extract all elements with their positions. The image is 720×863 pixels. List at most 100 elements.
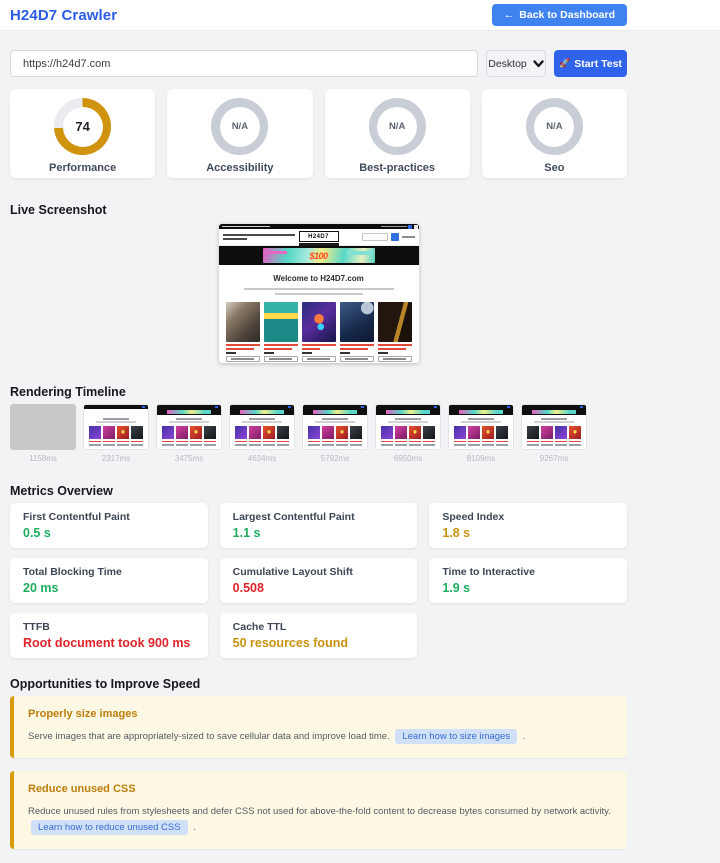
best-practices-gauge: N/A (368, 98, 426, 155)
score-card-seo: N/A Seo (481, 89, 627, 178)
metrics-grid: First Contentful Paint 0.5 s Largest Con… (10, 503, 627, 658)
score-card-best-practices: N/A Best-practices (324, 89, 470, 178)
timeline-frame-thumbnail (448, 404, 514, 450)
timeline-frame-thumbnail (229, 404, 295, 450)
timeline-frame-time: 8109ms (466, 454, 496, 463)
metric-card-cumulative-layout-shift: Cumulative Layout Shift 0.508 (219, 558, 418, 603)
start-test-button[interactable]: 🚀 Start Test (554, 50, 627, 77)
seo-gauge: N/A (525, 98, 583, 155)
timeline-frame: 1158ms (10, 404, 76, 463)
metric-card-cache-ttl: Cache TTL 50 resources found (219, 613, 418, 658)
back-to-dashboard-button[interactable]: ← Back to Dashboard (491, 4, 627, 26)
timeline-frame-thumbnail (302, 404, 368, 450)
live-screenshot-title: Live Screenshot (10, 203, 107, 217)
opportunity-suffix: . (522, 731, 526, 742)
performance-gauge: 74 (54, 98, 112, 155)
timeline-frame-thumbnail (10, 404, 76, 450)
metric-card-total-blocking-time: Total Blocking Time 20 ms (10, 558, 208, 603)
metric-value: 20 ms (23, 581, 59, 595)
timeline-frame-thumbnail (83, 404, 149, 450)
metric-label: Total Blocking Time (23, 566, 122, 578)
live-screenshot-preview: H24D7 $100 Welcome to H24D7.com (218, 224, 419, 363)
metric-card-speed-index: Speed Index 1.8 s (429, 503, 627, 548)
preview-site-heading: Welcome to H24D7.com (273, 274, 364, 283)
opportunity-description: Reduce unused rules from stylesheets and… (28, 806, 611, 818)
performance-score-value: 74 (75, 119, 90, 134)
device-select-value: Desktop (488, 57, 527, 70)
timeline-frame-time: 4634ms (247, 454, 277, 463)
timeline-frame-thumbnail (375, 404, 441, 450)
metric-label: Speed Index (442, 511, 505, 523)
timeline-frame: 9267ms (521, 404, 587, 463)
preview-search-button (390, 233, 399, 241)
metric-card-first-contentful-paint: First Contentful Paint 0.5 s (10, 503, 208, 548)
preview-nav-right (361, 233, 415, 241)
timeline-frame: 2317ms (83, 404, 149, 463)
score-card-accessibility: N/A Accessibility (167, 89, 313, 178)
metric-label: TTFB (23, 621, 50, 633)
metric-value: 0.5 s (23, 526, 51, 540)
metric-value: 50 resources found (232, 636, 348, 650)
app-header: H24D7 Crawler ← Back to Dashboard (0, 0, 720, 31)
seo-score-value: N/A (546, 121, 563, 132)
preview-product-cards (219, 302, 419, 362)
score-cards-row: 74 Performance N/A Accessibility N/A Bes… (10, 89, 627, 178)
back-arrow-icon: ← (503, 9, 515, 21)
preview-site-logo: H24D7 (298, 231, 339, 246)
timeline-frame-time: 6950ms (393, 454, 423, 463)
metrics-overview-title: Metrics Overview (10, 484, 113, 498)
preview-search-box (361, 233, 388, 241)
opportunity-properly-size-images: Properly size images Serve images that a… (10, 696, 627, 759)
metric-card-ttfb: TTFB Root document took 900 ms (10, 613, 208, 658)
metric-value: 1.8 s (442, 526, 471, 540)
back-button-label: Back to Dashboard (519, 9, 615, 21)
timeline-frame-thumbnail (521, 404, 587, 450)
timeline-frame-time: 3475ms (174, 454, 204, 463)
learn-how-to-size-images-button[interactable]: Learn how to size images (395, 729, 518, 744)
timeline-frame: 4634ms (229, 404, 295, 463)
test-bar: Desktop 🚀 Start Test (10, 50, 627, 77)
page-title: H24D7 Crawler (10, 6, 118, 24)
metric-value: 1.9 s (442, 581, 471, 595)
accessibility-score-label: Accessibility (206, 162, 274, 174)
preview-nav-links (222, 233, 301, 241)
device-select[interactable]: Desktop (486, 50, 546, 77)
timeline-frame-time: 5792ms (320, 454, 350, 463)
metric-label: Time to Interactive (442, 566, 535, 578)
rendering-timeline-row: 1158ms 2317ms 3475ms 4634ms 5792ms 6950m… (10, 404, 627, 463)
metric-label: Cache TTL (232, 621, 287, 633)
chevron-down-icon (533, 59, 544, 67)
opportunity-body: Serve images that are appropriately-size… (28, 729, 613, 745)
learn-how-to-reduce-unused-css-button[interactable]: Learn how to reduce unused CSS (31, 820, 188, 836)
timeline-frame: 6950ms (375, 404, 441, 463)
opportunities-title: Opportunities to Improve Speed (10, 677, 201, 691)
url-input[interactable] (10, 50, 478, 77)
preview-banner-strip: $100 (218, 246, 419, 265)
timeline-frame: 3475ms (156, 404, 222, 463)
timeline-frame: 8109ms (448, 404, 514, 463)
best-practices-score-label: Best-practices (359, 162, 436, 174)
accessibility-score-value: N/A (231, 121, 249, 132)
metric-card-time-to-interactive: Time to Interactive 1.9 s (429, 558, 627, 603)
opportunity-heading: Reduce unused CSS (28, 783, 136, 796)
seo-score-label: Seo (544, 162, 565, 174)
metric-label: Cumulative Layout Shift (232, 566, 353, 578)
rocket-icon: 🚀 (559, 58, 571, 68)
preview-navbar: H24D7 (218, 229, 419, 246)
opportunity-heading: Properly size images (28, 708, 138, 720)
preview-banner-text: $100 (309, 250, 328, 261)
metric-card-largest-contentful-paint: Largest Contentful Paint 1.1 s (219, 503, 418, 548)
timeline-frame-time: 1158ms (29, 454, 57, 463)
preview-language-select (401, 236, 415, 238)
rendering-timeline-title: Rendering Timeline (10, 385, 126, 399)
timeline-frame-time: 9267ms (539, 454, 569, 463)
metric-value: Root document took 900 ms (23, 636, 191, 650)
timeline-frame-time: 2317ms (101, 454, 131, 463)
opportunity-description: Serve images that are appropriately-size… (28, 731, 390, 742)
metric-label: First Contentful Paint (23, 511, 130, 523)
accessibility-gauge: N/A (211, 98, 269, 155)
performance-score-label: Performance (48, 162, 117, 174)
metric-value: 1.1 s (232, 526, 261, 540)
opportunity-reduce-unused-css: Reduce unused CSS Reduce unused rules fr… (10, 771, 627, 850)
metric-value: 0.508 (232, 581, 264, 595)
